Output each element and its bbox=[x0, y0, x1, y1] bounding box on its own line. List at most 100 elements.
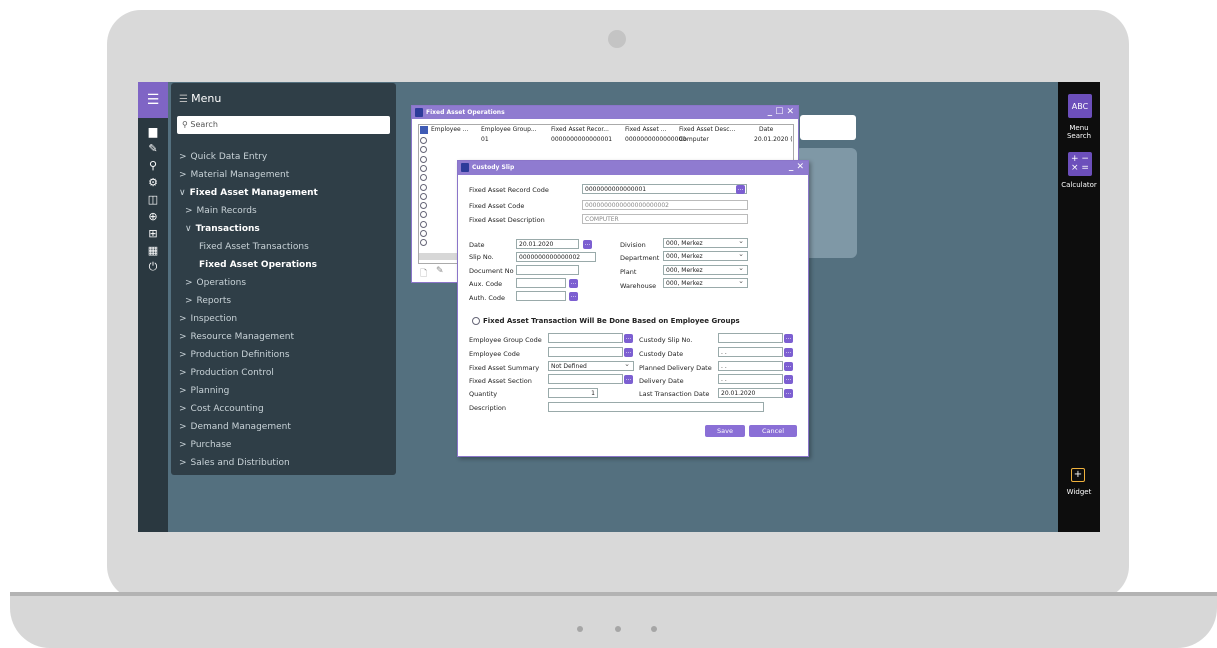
column-header[interactable]: Fixed Asset Desc... bbox=[679, 126, 735, 133]
row-radio[interactable] bbox=[420, 183, 427, 191]
planned-delivery-field[interactable]: . . bbox=[718, 361, 783, 371]
last-transaction-field[interactable]: 20.01.2020 bbox=[718, 388, 783, 398]
custody-date-label: Custody Date bbox=[639, 350, 684, 358]
window-icon[interactable]: ◫ bbox=[138, 192, 168, 206]
menu-item[interactable]: Fixed Asset Transactions bbox=[171, 239, 396, 255]
grid-icon[interactable]: ▦ bbox=[138, 243, 168, 257]
menu-item[interactable]: > Sales and Distribution bbox=[171, 455, 396, 471]
select-all-icon[interactable] bbox=[420, 126, 428, 134]
custody-date-picker-button[interactable]: … bbox=[784, 348, 793, 357]
row-radio[interactable] bbox=[420, 164, 427, 172]
search-icon[interactable]: ⚲ bbox=[138, 158, 168, 172]
menu-item[interactable]: > Quick Data Entry bbox=[171, 149, 396, 165]
window-controls[interactable]: _ ☐ ✕ bbox=[768, 106, 794, 118]
asset-section-field[interactable] bbox=[548, 374, 623, 384]
column-header[interactable]: Employee ... bbox=[431, 126, 468, 133]
row-radio[interactable] bbox=[420, 137, 427, 144]
asset-description-field[interactable]: COMPUTER bbox=[582, 214, 748, 224]
slip-no-field[interactable]: 0000000000000002 bbox=[516, 252, 596, 262]
document-no-field[interactable] bbox=[516, 265, 579, 275]
employee-code-lookup-button[interactable]: … bbox=[624, 348, 633, 357]
employee-group-lookup-button[interactable]: … bbox=[624, 334, 633, 343]
record-code-lookup-button[interactable]: … bbox=[736, 185, 745, 194]
asset-summary-select[interactable]: Not Defined bbox=[548, 361, 634, 371]
menu-item[interactable]: > Reports bbox=[171, 293, 396, 309]
quantity-field[interactable]: 1 bbox=[548, 388, 598, 398]
column-header[interactable]: Fixed Asset ... bbox=[625, 126, 666, 133]
delivery-date-field[interactable]: . . bbox=[718, 374, 783, 384]
settings-icon[interactable]: ⚙ bbox=[138, 175, 168, 189]
row-radio[interactable] bbox=[420, 192, 427, 200]
menu-search-input[interactable]: ⚲ Search bbox=[177, 116, 390, 134]
menu-item-label: Transactions bbox=[195, 224, 260, 234]
employee-code-field[interactable] bbox=[548, 347, 623, 357]
warehouse-select[interactable]: 000, Merkez bbox=[663, 278, 748, 288]
menu-item[interactable]: > Inspection bbox=[171, 311, 396, 327]
row-radio[interactable] bbox=[420, 220, 427, 228]
window-controls[interactable]: _ ✕ bbox=[789, 161, 804, 173]
custody-slip-lookup-button[interactable]: … bbox=[784, 334, 793, 343]
record-code-field[interactable]: 0000000000000001 bbox=[582, 184, 747, 194]
menu-item[interactable]: > Cost Accounting bbox=[171, 401, 396, 417]
auth-code-field[interactable] bbox=[516, 291, 566, 301]
custody-slip-no-field[interactable] bbox=[718, 333, 783, 343]
auth-code-lookup-button[interactable]: … bbox=[569, 292, 578, 301]
table-row[interactable]: 01 0000000000000001 0000000000000000 Comput… bbox=[419, 136, 795, 145]
employee-group-code-field[interactable] bbox=[548, 333, 623, 343]
plant-select[interactable]: 000, Merkez bbox=[663, 265, 748, 275]
top-search-field[interactable] bbox=[800, 115, 856, 140]
last-transaction-picker-button[interactable]: … bbox=[784, 389, 793, 398]
hamburger-icon[interactable]: ☰ bbox=[138, 82, 168, 118]
menu-item[interactable]: > Material Management bbox=[171, 167, 396, 183]
division-select[interactable]: 000, Merkez bbox=[663, 238, 748, 248]
horizontal-scrollbar[interactable] bbox=[419, 253, 459, 260]
column-header[interactable]: Fixed Asset Recor... bbox=[551, 126, 609, 133]
row-radio[interactable] bbox=[420, 174, 427, 182]
department-select[interactable]: 000, Merkez bbox=[663, 251, 748, 261]
row-radio[interactable] bbox=[420, 211, 427, 219]
aux-code-lookup-button[interactable]: … bbox=[569, 279, 578, 288]
row-radio[interactable] bbox=[420, 239, 427, 247]
menu-item[interactable]: > Production Definitions bbox=[171, 347, 396, 363]
menu-item[interactable]: > Demand Management bbox=[171, 419, 396, 435]
cancel-button[interactable]: Cancel bbox=[749, 425, 797, 437]
asset-section-lookup-button[interactable]: … bbox=[624, 375, 633, 384]
folder-icon[interactable]: ▆ bbox=[138, 124, 168, 138]
new-record-icon[interactable]: 🗋 bbox=[420, 266, 427, 282]
menu-item[interactable]: > Planning bbox=[171, 383, 396, 399]
calculator-icon[interactable]: + − × = bbox=[1068, 152, 1092, 176]
table-row[interactable] bbox=[419, 145, 795, 154]
date-picker-button[interactable]: … bbox=[583, 240, 592, 249]
add-icon[interactable]: ⊞ bbox=[138, 226, 168, 240]
column-header[interactable]: Date bbox=[759, 126, 773, 133]
planned-delivery-picker-button[interactable]: … bbox=[784, 362, 793, 371]
power-icon[interactable]: ⏻ bbox=[138, 260, 168, 274]
row-radio[interactable] bbox=[420, 146, 427, 154]
edit-record-icon[interactable]: ✎ bbox=[436, 266, 444, 276]
menu-item[interactable]: ∨ Transactions bbox=[171, 221, 396, 237]
edit-icon[interactable]: ✎ bbox=[138, 141, 168, 155]
date-field[interactable]: 20.01.2020 bbox=[516, 239, 579, 249]
row-radio[interactable] bbox=[420, 155, 427, 163]
auth-code-label: Auth. Code bbox=[469, 294, 506, 302]
aux-code-field[interactable] bbox=[516, 278, 566, 288]
menu-search-button[interactable]: ABC bbox=[1068, 94, 1092, 118]
menu-item[interactable]: > Production Control bbox=[171, 365, 396, 381]
menu-item[interactable]: > Main Records bbox=[171, 203, 396, 219]
menu-item[interactable]: > Purchase bbox=[171, 437, 396, 453]
row-radio[interactable] bbox=[420, 202, 427, 210]
description-field[interactable] bbox=[548, 402, 764, 412]
custody-date-field[interactable]: . . bbox=[718, 347, 783, 357]
delivery-date-picker-button[interactable]: … bbox=[784, 375, 793, 384]
employee-groups-checkbox[interactable] bbox=[472, 317, 480, 325]
row-radio[interactable] bbox=[420, 230, 427, 237]
menu-item[interactable]: > Operations bbox=[171, 275, 396, 291]
menu-item[interactable]: Fixed Asset Operations bbox=[171, 257, 396, 273]
save-button[interactable]: Save bbox=[705, 425, 745, 437]
menu-item[interactable]: > Resource Management bbox=[171, 329, 396, 345]
column-header[interactable]: Employee Group... bbox=[481, 126, 537, 133]
menu-item[interactable]: ∨ Fixed Asset Management bbox=[171, 185, 396, 201]
widget-icon[interactable]: + bbox=[1071, 468, 1085, 482]
globe-icon[interactable]: ⊕ bbox=[138, 209, 168, 223]
asset-code-field[interactable]: 0000000000000000000002 bbox=[582, 200, 748, 210]
